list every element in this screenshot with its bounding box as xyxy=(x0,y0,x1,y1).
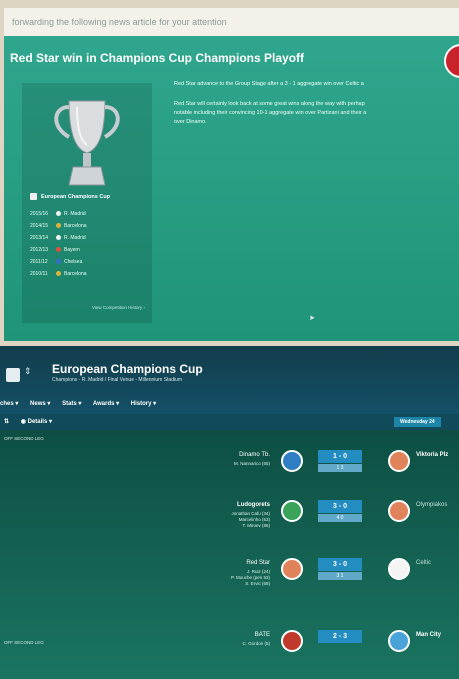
home-scorers: J. Ruiz (24) P. Mouche (pen 53) S. Ervic (… xyxy=(140,569,270,587)
aggregate-score: 4 0 xyxy=(318,514,362,522)
home-crest-icon xyxy=(281,558,303,580)
away-crest-icon xyxy=(388,558,410,580)
winner-row: 2015/16 R. Madrid xyxy=(30,211,86,217)
scorer-line: M. Nannarico (65) xyxy=(233,461,270,466)
winner-season: 2010/11 xyxy=(30,271,48,277)
round-label: OFF SECOND LEG xyxy=(4,640,44,645)
winner-row: 2014/15 Barcelona xyxy=(30,223,87,229)
trophy-card: European Champions Cup 2015/16 R. Madrid 2… xyxy=(22,83,152,323)
cup-name-label: European Champions Cup xyxy=(30,193,110,200)
winner-club: Barcelona xyxy=(64,223,87,229)
winner-row: 2010/11 Barcelona xyxy=(30,271,87,277)
home-scorers: Jonathan Cafu (34) Marcelinho (53) T. Miro… xyxy=(140,511,270,529)
trophy-icon xyxy=(54,100,120,186)
article-paragraph-2-line: Red Star will certainly look back at som… xyxy=(174,101,365,107)
winner-club: R. Madrid xyxy=(64,211,86,217)
forward-note: forwarding the following news article fo… xyxy=(12,17,227,27)
winner-season: 2011/12 xyxy=(30,259,48,265)
winner-club: Bayern xyxy=(64,247,80,253)
club-badge-icon xyxy=(56,271,61,277)
club-badge-icon xyxy=(56,247,61,253)
winner-season: 2012/13 xyxy=(30,247,49,253)
club-badge-icon xyxy=(56,259,61,265)
club-badge-icon xyxy=(56,211,61,217)
winner-club: Barcelona xyxy=(64,271,87,277)
notification-badge-icon[interactable] xyxy=(444,44,459,78)
scorer-line: S. Ervic (68) xyxy=(245,581,270,586)
competition-subtitle: Champions - R. Madrid / Final Venue - Mi… xyxy=(52,377,183,383)
details-dropdown[interactable]: ⇅ ◉ Details ▾ xyxy=(4,418,52,425)
fixtures-toolbar: ⇅ ◉ Details ▾ Wednesday 24 xyxy=(0,414,459,430)
view-history-link[interactable]: View Competition History › xyxy=(92,305,145,310)
home-crest-icon xyxy=(281,450,303,472)
home-scorers: M. Nannarico (65) xyxy=(140,461,270,467)
competition-menu: ches ▾ News ▾ Stats ▾ Awards ▾ History ▾ xyxy=(0,400,166,414)
cup-badge-icon xyxy=(30,193,37,200)
competition-logo-icon xyxy=(6,368,20,382)
home-team-name[interactable]: Red Star xyxy=(120,560,270,566)
home-team-name[interactable]: BATE xyxy=(120,632,270,638)
winner-season: 2013/14 xyxy=(30,235,49,241)
away-team-name[interactable]: Viktoria Plz xyxy=(416,452,448,458)
news-headline: Red Star win in Champions Cup Champions … xyxy=(10,51,305,65)
away-crest-icon xyxy=(388,500,410,522)
scorer-line: T. Miroev (86) xyxy=(242,523,270,528)
menu-history[interactable]: History ▾ xyxy=(131,401,156,407)
menu-stats[interactable]: Stats ▾ xyxy=(62,401,81,407)
home-crest-icon xyxy=(281,500,303,522)
article-paragraph-2-line: over Dinamo. xyxy=(174,119,207,125)
away-team-name[interactable]: Man City xyxy=(416,632,441,638)
switch-competition-arrows-icon[interactable]: ⇕ xyxy=(24,366,32,377)
mouse-cursor-icon: ➤ xyxy=(309,315,315,322)
competition-photo: ⇕ European Champions Cup Champions - R. … xyxy=(0,346,459,679)
winner-row: 2013/14 R. Madrid xyxy=(30,235,86,241)
winner-season: 2015/16 xyxy=(30,211,49,217)
scorer-line: C. Gordon (5) xyxy=(242,641,270,646)
away-crest-icon xyxy=(388,630,410,652)
home-team-name[interactable]: Dinamo Tb. xyxy=(120,452,270,458)
match-score[interactable]: 1 - 0 xyxy=(318,450,362,463)
winner-row: 2011/12 Chelsea xyxy=(30,259,82,265)
article-paragraph-2-line: notable including their convincing 10-1 … xyxy=(174,110,367,116)
match-score[interactable]: 3 - 0 xyxy=(318,500,362,513)
article-paragraph-1: Red Star advance to the Group Stage afte… xyxy=(174,81,364,87)
aggregate-score: 1 3 xyxy=(318,464,362,472)
away-crest-icon xyxy=(388,450,410,472)
aggregate-score: 3 1 xyxy=(318,572,362,580)
news-photo: forwarding the following news article fo… xyxy=(4,8,459,341)
club-badge-icon xyxy=(56,235,61,241)
competition-header: ⇕ European Champions Cup Champions - R. … xyxy=(0,346,459,414)
news-panel: Red Star win in Champions Cup Champions … xyxy=(4,36,459,341)
menu-news[interactable]: News ▾ xyxy=(30,401,50,407)
home-scorers: C. Gordon (5) xyxy=(140,641,270,647)
home-team-name[interactable]: Ludogorets xyxy=(120,502,270,508)
date-label[interactable]: Wednesday 24 xyxy=(394,417,441,427)
winner-row: 2012/13 Bayern xyxy=(30,247,80,253)
winner-club: Chelsea xyxy=(64,259,83,265)
winner-season: 2014/15 xyxy=(30,223,49,229)
round-label: OFF SECOND LEG xyxy=(4,436,44,441)
away-team-name[interactable]: Olympiakos xyxy=(416,502,447,508)
match-score[interactable]: 3 - 0 xyxy=(318,558,362,571)
winner-club: R. Madrid xyxy=(64,235,86,241)
eye-icon: ◉ xyxy=(20,419,26,425)
home-crest-icon xyxy=(281,630,303,652)
competition-title: European Champions Cup xyxy=(52,362,203,376)
menu-awards[interactable]: Awards ▾ xyxy=(93,401,119,407)
menu-matches[interactable]: ches ▾ xyxy=(0,401,18,407)
club-badge-icon xyxy=(56,223,61,229)
match-score[interactable]: 2 - 3 xyxy=(318,630,362,643)
filter-icon: ⇅ xyxy=(4,419,10,425)
away-team-name[interactable]: Celtic xyxy=(416,560,431,566)
